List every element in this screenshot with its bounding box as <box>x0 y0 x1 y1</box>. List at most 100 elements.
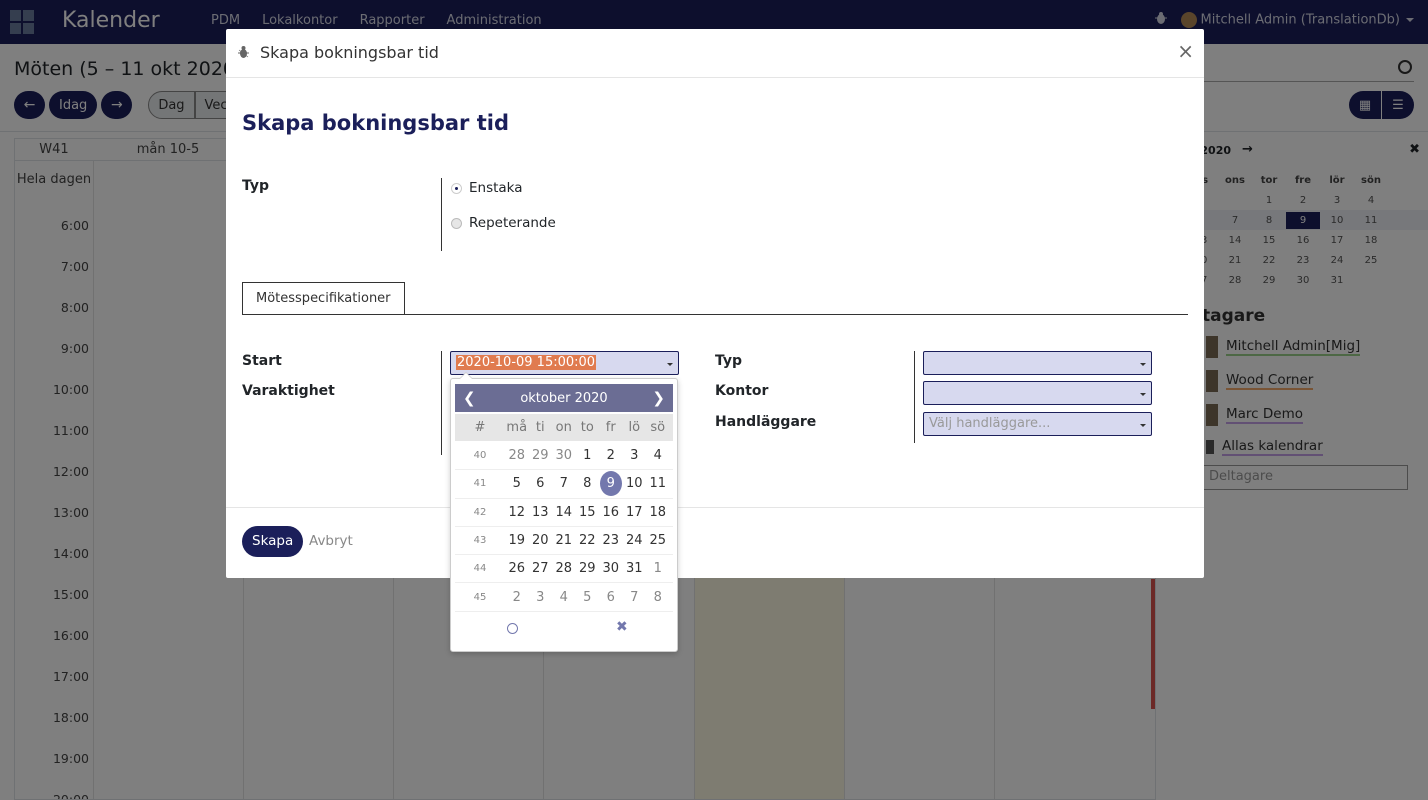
week-number: 44 <box>473 563 487 575</box>
datepicker-day[interactable]: 2 <box>599 448 623 463</box>
handler-select[interactable]: Välj handläggare... <box>923 412 1152 436</box>
datepicker-day[interactable]: 18 <box>646 505 670 520</box>
radio-checked-icon <box>451 182 462 194</box>
datepicker-day[interactable]: 1 <box>576 448 600 463</box>
datepicker-day[interactable]: 28 <box>505 448 529 463</box>
datepicker-day[interactable]: 6 <box>599 590 623 605</box>
datepicker-day[interactable]: 13 <box>529 505 553 520</box>
office-label: Kontor <box>715 383 769 399</box>
datepicker-week-row: 45 2 3 4 5 6 7 8 <box>455 583 673 612</box>
datepicker-day[interactable]: 4 <box>552 590 576 605</box>
field-divider <box>441 178 442 251</box>
datepicker-week-row: 42 12 13 14 15 16 17 18 <box>455 499 673 527</box>
datepicker-day[interactable]: 29 <box>529 448 553 463</box>
datepicker-day[interactable]: 7 <box>623 590 647 605</box>
datepicker-week-row: 41 5 6 7 8 9 10 11 <box>455 470 673 499</box>
datepicker-day[interactable]: 10 <box>623 476 647 491</box>
right-type-label: Typ <box>715 353 743 369</box>
datepicker-day[interactable]: 16 <box>599 505 623 520</box>
chevron-left-icon[interactable]: ❮ <box>463 389 476 407</box>
weekday-header: to <box>580 420 594 435</box>
weekday-header: må <box>506 420 528 435</box>
start-label: Start <box>242 353 282 369</box>
datepicker-day[interactable]: 12 <box>505 505 529 520</box>
datepicker-day[interactable]: 5 <box>505 476 529 491</box>
datepicker-day[interactable]: 27 <box>529 561 553 576</box>
close-icon[interactable]: × <box>1177 39 1194 63</box>
datepicker-day[interactable]: 28 <box>552 561 576 576</box>
datepicker-day-selected[interactable]: 9 <box>599 471 622 497</box>
datepicker-day[interactable]: 24 <box>623 533 647 548</box>
tab-underline <box>242 314 1188 315</box>
datepicker-day[interactable]: 3 <box>623 448 647 463</box>
dropdown-arrow-icon <box>1140 393 1146 396</box>
week-number-header: # <box>474 420 486 435</box>
datepicker-day[interactable]: 3 <box>529 590 553 605</box>
weekday-header: lö <box>628 420 641 435</box>
datepicker-day[interactable]: 21 <box>552 533 576 548</box>
chevron-right-icon[interactable]: ❯ <box>652 389 665 407</box>
datepicker-month[interactable]: oktober 2020 <box>520 391 607 406</box>
type-label: Typ <box>242 178 270 194</box>
datepicker-days: 40 28 29 30 1 2 3 4 41 5 6 7 8 9 10 11 42 12 13 14 15 16 17 18 4… <box>455 442 673 612</box>
type-radio-recurring[interactable]: Repeterande <box>451 215 556 231</box>
datepicker-week-row: 43 19 20 21 22 23 24 25 <box>455 527 673 556</box>
clock-icon[interactable] <box>507 623 518 634</box>
datepicker-footer: ✖ <box>455 619 673 640</box>
datepicker-popup: ❮ oktober 2020 ❯ # må ti on to fr lö sö … <box>450 372 678 652</box>
field-divider <box>914 351 915 443</box>
datepicker-day[interactable]: 4 <box>646 448 670 463</box>
datepicker-week-row: 40 28 29 30 1 2 3 4 <box>455 442 673 471</box>
create-button[interactable]: Skapa <box>242 526 304 557</box>
weekday-header: sö <box>650 420 666 435</box>
type-select[interactable] <box>923 351 1152 375</box>
start-datetime-input[interactable]: 2020-10-09 15:00:00 <box>450 351 679 375</box>
datepicker-day[interactable]: 5 <box>576 590 600 605</box>
duration-label: Varaktighet <box>242 383 335 399</box>
datepicker-day[interactable]: 23 <box>599 533 623 548</box>
datepicker-header: ❮ oktober 2020 ❯ <box>455 384 673 412</box>
datepicker-week-row: 44 26 27 28 29 30 31 1 <box>455 555 673 584</box>
dropdown-arrow-icon <box>1140 424 1146 427</box>
datepicker-day[interactable]: 1 <box>646 561 670 576</box>
modal-header: Skapa bokningsbar tid × <box>226 29 1204 78</box>
week-number: 42 <box>473 506 487 518</box>
cancel-button[interactable]: Avbryt <box>309 533 353 549</box>
bug-icon <box>238 46 249 58</box>
datepicker-day[interactable]: 19 <box>505 533 529 548</box>
weekday-header: on <box>555 420 572 435</box>
handler-placeholder: Välj handläggare... <box>929 416 1051 431</box>
dropdown-arrow-icon <box>1140 363 1146 366</box>
datepicker-day[interactable]: 8 <box>646 590 670 605</box>
create-bookable-time-dialog: Skapa bokningsbar tid × Skapa bokningsba… <box>226 29 1204 578</box>
datepicker-day[interactable]: 7 <box>552 476 576 491</box>
start-datetime-value: 2020-10-09 15:00:00 <box>456 355 597 370</box>
tab-meeting-specs[interactable]: Mötesspecifikationer <box>242 282 405 315</box>
type-radio-single[interactable]: Enstaka <box>451 180 523 196</box>
datepicker-day[interactable]: 26 <box>505 561 529 576</box>
datepicker-day[interactable]: 22 <box>576 533 600 548</box>
modal-footer: Skapa Avbryt <box>226 507 1204 578</box>
datepicker-day[interactable]: 25 <box>646 533 670 548</box>
datepicker-day[interactable]: 17 <box>623 505 647 520</box>
datepicker-day[interactable]: 2 <box>505 590 529 605</box>
datepicker-day[interactable]: 29 <box>576 561 600 576</box>
datepicker-day[interactable]: 8 <box>576 476 600 491</box>
datepicker-day[interactable]: 11 <box>646 476 670 491</box>
datepicker-day[interactable]: 30 <box>599 561 623 576</box>
datepicker-day[interactable]: 20 <box>529 533 553 548</box>
weekday-header: ti <box>535 420 545 435</box>
datepicker-weekdays: # må ti on to fr lö sö <box>455 414 673 441</box>
clear-icon[interactable]: ✖ <box>616 619 628 635</box>
dropdown-arrow-icon <box>667 363 673 366</box>
radio-label: Enstaka <box>469 180 523 196</box>
datepicker-day[interactable]: 31 <box>623 561 647 576</box>
modal-title: Skapa bokningsbar tid <box>260 43 439 62</box>
radio-label: Repeterande <box>469 215 556 231</box>
datepicker-day[interactable]: 14 <box>552 505 576 520</box>
datepicker-day[interactable]: 30 <box>552 448 576 463</box>
field-divider <box>441 351 442 455</box>
datepicker-day[interactable]: 15 <box>576 505 600 520</box>
office-select[interactable] <box>923 381 1152 405</box>
datepicker-day[interactable]: 6 <box>529 476 553 491</box>
